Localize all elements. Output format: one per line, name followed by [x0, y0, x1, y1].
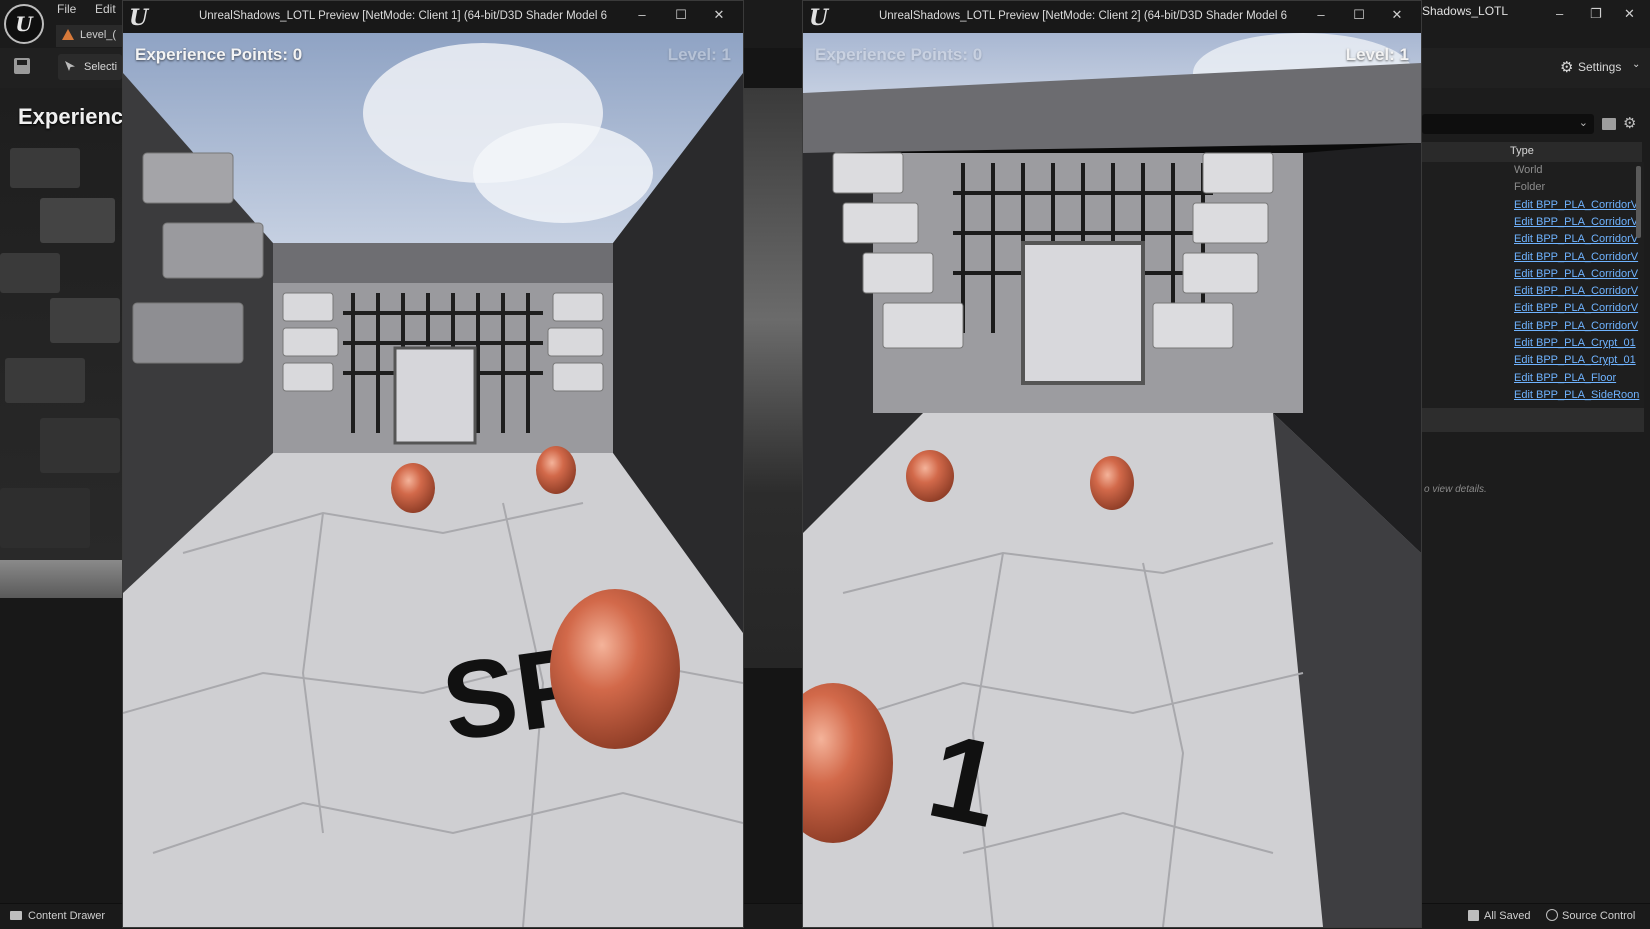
edit-blueprint-link[interactable]: Edit BPP_PLA_Crypt_01 — [1514, 337, 1636, 349]
outliner-row[interactable]: Edit BPP_PLA_CorridorV — [1422, 283, 1642, 300]
character-1 — [391, 463, 435, 513]
minimize-icon[interactable]: – — [1556, 6, 1563, 21]
minimize-icon[interactable]: – — [1306, 7, 1336, 27]
outliner-row[interactable]: Edit BPP_PLA_CorridorV — [1422, 231, 1642, 248]
outliner-row[interactable]: Edit BPP_PLA_CorridorV — [1422, 300, 1642, 317]
maximize-icon[interactable]: ☐ — [1344, 7, 1374, 27]
outliner-row[interactable]: Edit BPP_PLA_CorridorV — [1422, 318, 1642, 335]
outliner-row[interactable]: Edit BPP_PLA_CorridorV — [1422, 249, 1642, 266]
edit-blueprint-link[interactable]: Edit BPP_PLA_CorridorV — [1514, 285, 1638, 297]
edit-blueprint-link[interactable]: Edit BPP_PLA_CorridorV — [1514, 302, 1638, 314]
details-hint: o view details. — [1424, 484, 1487, 495]
outliner-row[interactable]: Edit BPP_PLA_Crypt_01 — [1422, 352, 1642, 369]
minimize-icon[interactable]: – — [627, 7, 657, 27]
experience-points-label: Experience Points: 0 — [815, 45, 983, 64]
viewport-hud-text: Experienc — [18, 104, 124, 129]
outliner-footer — [1422, 408, 1644, 432]
level-label: Level: 1 — [1345, 45, 1409, 64]
game-viewport[interactable]: 1 Experience Points: 0 Level: 1 — [803, 33, 1421, 927]
pie-title-bar[interactable]: U UnrealShadows_LOTL Preview [NetMode: C… — [803, 1, 1421, 33]
pie-window-title: UnrealShadows_LOTL Preview [NetMode: Cli… — [878, 10, 1288, 22]
edit-blueprint-link[interactable]: Edit BPP_PLA_CorridorV — [1514, 216, 1638, 228]
character-1 — [906, 450, 954, 502]
level-icon — [62, 29, 74, 40]
edit-blueprint-link[interactable]: Edit BPP_PLA_Floor — [1514, 372, 1616, 384]
unreal-logo-icon: U — [809, 5, 829, 31]
outliner-type-cell: Folder — [1514, 181, 1546, 194]
restore-icon[interactable]: ❐ — [1590, 6, 1602, 22]
outliner-row[interactable]: Edit BPP_PLA_CorridorV — [1422, 197, 1642, 214]
close-icon[interactable]: ✕ — [1382, 7, 1412, 27]
edit-blueprint-link[interactable]: Edit BPP_PLA_CorridorV — [1514, 251, 1638, 263]
outliner-row[interactable]: Edit BPP_PLA_SideRoon — [1422, 387, 1642, 404]
level-tab-label: Level_( — [80, 29, 117, 41]
outliner-scrollbar[interactable] — [1636, 166, 1641, 238]
pie-window-client-2[interactable]: U UnrealShadows_LOTL Preview [NetMode: C… — [802, 0, 1422, 928]
outliner-row[interactable]: Edit BPP_PLA_CorridorV — [1422, 214, 1642, 231]
level-tab[interactable]: Level_( — [56, 25, 126, 47]
edit-blueprint-link[interactable]: Edit BPP_PLA_CorridorV — [1514, 233, 1638, 245]
outliner-filter-dropdown[interactable]: ⌄ — [1422, 114, 1594, 134]
character-2 — [1090, 456, 1134, 510]
experience-points-label: Experience Points: 0 — [135, 45, 303, 64]
close-icon[interactable]: ✕ — [1624, 6, 1635, 22]
editor-lower-panel — [0, 598, 122, 903]
unreal-logo-icon[interactable]: U — [4, 4, 44, 44]
game-viewport[interactable]: SP Experience Points: 0 Level: 1 — [123, 33, 743, 927]
editor-viewport[interactable] — [0, 88, 122, 598]
edit-blueprint-link[interactable]: Edit BPP_PLA_CorridorV — [1514, 268, 1638, 280]
edit-blueprint-link[interactable]: Edit BPP_PLA_CorridorV — [1514, 320, 1638, 332]
edit-blueprint-link[interactable]: Edit BPP_PLA_CorridorV — [1514, 199, 1638, 211]
close-icon[interactable]: ✕ — [704, 7, 734, 27]
save-icon[interactable] — [14, 58, 30, 74]
outliner-row[interactable]: Edit BPP_PLA_Crypt_01 — [1422, 335, 1642, 352]
player-character — [550, 589, 680, 749]
settings-label: Settings — [1578, 60, 1622, 74]
outliner-row[interactable]: Edit BPP_PLA_CorridorV — [1422, 266, 1642, 283]
unreal-logo-icon: U — [129, 5, 149, 31]
project-title: Shadows_LOTL — [1422, 4, 1509, 18]
outliner-row[interactable]: Edit BPP_PLA_Floor — [1422, 370, 1642, 387]
level-label: Level: 1 — [667, 45, 731, 64]
pie-window-title: UnrealShadows_LOTL Preview [NetMode: Cli… — [198, 10, 608, 22]
character-2 — [536, 446, 576, 494]
column-type-header[interactable]: Type — [1510, 145, 1534, 157]
menu-file[interactable]: File — [57, 2, 76, 16]
gear-icon: ⚙ — [1560, 59, 1574, 76]
selection-mode-button[interactable]: Selecti — [58, 54, 122, 80]
cursor-icon — [65, 61, 75, 71]
outliner-list: World Folder Edit BPP_PLA_CorridorV Edit BP… — [1422, 162, 1644, 422]
edit-blueprint-link[interactable]: Edit BPP_PLA_SideRoon — [1514, 389, 1639, 401]
save-status-icon — [1468, 910, 1479, 921]
pie-title-bar[interactable]: U UnrealShadows_LOTL Preview [NetMode: C… — [123, 1, 743, 33]
pie-window-client-1[interactable]: U UnrealShadows_LOTL Preview [NetMode: C… — [122, 0, 744, 928]
dungeon-scene: SP — [123, 33, 743, 927]
source-control-label: Source Control — [1562, 910, 1636, 922]
content-drawer-label: Content Drawer — [28, 910, 106, 922]
viewport-floor — [0, 560, 122, 598]
outliner-type-cell: World — [1514, 164, 1543, 176]
dungeon-scene: 1 — [803, 33, 1421, 927]
outliner-settings-icon[interactable]: ⚙ — [1623, 114, 1636, 132]
all-saved-label: All Saved — [1484, 910, 1531, 922]
outliner-header: Type — [1422, 142, 1642, 162]
maximize-icon[interactable]: ☐ — [666, 7, 696, 27]
chevron-down-icon: ⌄ — [1632, 59, 1641, 70]
source-control-icon — [1546, 909, 1558, 921]
source-control-button[interactable]: Source Control — [1544, 906, 1650, 926]
all-saved-indicator[interactable]: All Saved — [1466, 906, 1546, 926]
viewport-strip — [744, 48, 802, 903]
selection-mode-label: Selecti — [84, 61, 118, 73]
add-folder-icon[interactable] — [1602, 118, 1616, 130]
chevron-down-icon: ⌄ — [1578, 117, 1588, 129]
menu-edit[interactable]: Edit — [95, 2, 116, 16]
content-drawer-button[interactable]: Content Drawer — [4, 906, 114, 926]
edit-blueprint-link[interactable]: Edit BPP_PLA_Crypt_01 — [1514, 354, 1636, 366]
outliner-row[interactable]: World — [1422, 162, 1642, 179]
drawer-icon — [10, 911, 22, 920]
outliner-row[interactable]: Folder — [1422, 179, 1642, 196]
settings-button[interactable]: ⚙ Settings ⌄ — [1556, 56, 1646, 78]
